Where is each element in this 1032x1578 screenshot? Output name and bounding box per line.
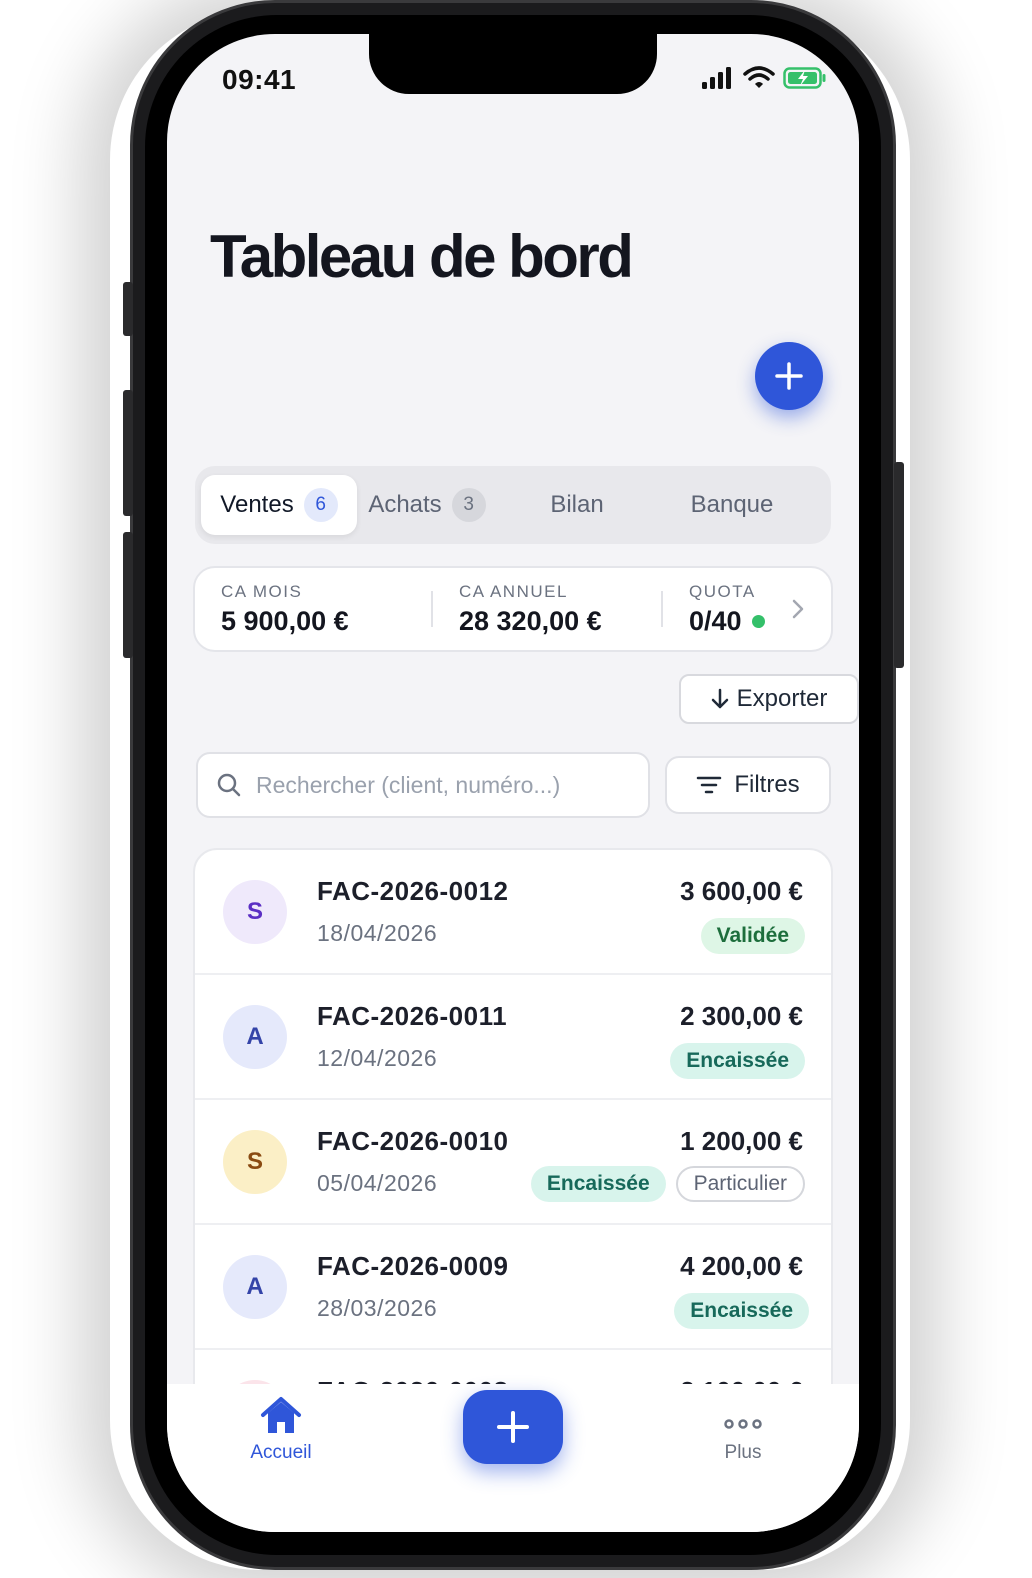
invoice-number: FAC-2026-0009 <box>317 1251 509 1281</box>
invoice-amount: 1 200,00 € <box>680 1126 803 1156</box>
tab-plus-label: Plus <box>724 1442 762 1463</box>
stat-quota-value: 0/40 <box>689 605 742 636</box>
tab-ventes[interactable]: Ventes 6 <box>201 475 357 535</box>
tab-banque-label: Banque <box>690 491 774 518</box>
search-field[interactable] <box>196 752 650 818</box>
invoice-amount: 3 600,00 € <box>680 876 803 906</box>
section-tabs: Ventes 6 Achats 3 Bilan Banque <box>195 466 831 544</box>
stat-year: CA ANNUEL 28 320,00 € <box>433 582 661 637</box>
invoice-badges: Validée <box>700 918 805 954</box>
invoice-amount: 4 200,00 € <box>680 1251 803 1281</box>
status-badge: Validée <box>700 918 805 954</box>
tab-accueil[interactable]: Accueil <box>221 1396 341 1464</box>
tab-achats-label: Achats <box>368 491 442 518</box>
volume-up-button <box>123 390 133 516</box>
status-badge: Encaissée <box>530 1166 666 1202</box>
invoice-row[interactable]: A FAC-2026-0011 12/04/2026 2 300,00 € En… <box>195 975 831 1100</box>
invoice-badges: Encaissée Particulier <box>530 1166 805 1202</box>
stat-month-label: CA MOIS <box>221 581 303 601</box>
client-avatar: A <box>223 1255 287 1319</box>
house-icon <box>261 1397 301 1433</box>
tab-ventes-label: Ventes <box>220 491 294 518</box>
silent-switch <box>123 282 133 336</box>
status-badge: Encaissée <box>674 1293 809 1329</box>
stat-month-value: 5 900,00 € <box>221 605 349 636</box>
tab-banque[interactable]: Banque <box>657 475 807 535</box>
quick-add-button[interactable] <box>463 1390 563 1464</box>
invoice-badges: Encaissée <box>670 1043 805 1079</box>
status-time: 09:41 <box>222 64 297 95</box>
invoice-date: 12/04/2026 <box>317 1045 438 1071</box>
magnifier-icon <box>217 773 241 797</box>
stat-quota-label: QUOTA <box>689 581 756 601</box>
arrow-down-icon <box>711 688 728 709</box>
invoice-date: 28/03/2026 <box>317 1295 438 1321</box>
add-invoice-button[interactable] <box>755 342 823 410</box>
export-button[interactable]: Exporter <box>679 674 859 724</box>
volume-down-button <box>123 532 133 658</box>
invoice-number: FAC-2026-0010 <box>317 1126 509 1156</box>
tab-plus[interactable]: Plus <box>683 1396 803 1464</box>
tab-bilan[interactable]: Bilan <box>497 475 657 535</box>
ellipsis-icon <box>724 1419 762 1429</box>
client-avatar: S <box>223 880 287 944</box>
invoice-amount: 2 300,00 € <box>680 1001 803 1031</box>
stat-month: CA MOIS 5 900,00 € <box>195 582 431 637</box>
export-label: Exporter <box>736 685 828 712</box>
stat-year-label: CA ANNUEL <box>459 581 568 601</box>
client-avatar: S <box>223 1130 287 1194</box>
app-screen: 09:41 Tableau de bord Ventes 6 Achats 3 … <box>167 34 859 1532</box>
tab-ventes-count: 6 <box>303 488 338 522</box>
tab-achats[interactable]: Achats 3 <box>357 475 497 535</box>
tab-accueil-label: Accueil <box>250 1442 312 1463</box>
client-avatar: A <box>223 1005 287 1069</box>
status-icons <box>701 66 827 90</box>
search-input[interactable] <box>256 771 616 799</box>
chevron-right-icon <box>792 599 804 619</box>
wifi-icon <box>743 66 775 88</box>
bottom-tab-bar: Accueil Plus <box>167 1384 859 1532</box>
invoice-date: 05/04/2026 <box>317 1170 438 1196</box>
quota-status-dot <box>751 614 765 628</box>
battery-charging-icon <box>783 67 826 89</box>
invoice-row[interactable]: S FAC-2026-0010 05/04/2026 1 200,00 € En… <box>195 1100 831 1225</box>
filter-lines-icon <box>697 776 722 794</box>
plus-icon <box>497 1411 529 1443</box>
invoice-date: 18/04/2026 <box>317 920 438 946</box>
invoice-number: FAC-2026-0012 <box>317 876 509 906</box>
status-badge: Encaissée <box>670 1043 805 1079</box>
plus-icon <box>775 362 803 390</box>
cellular-signal-icon <box>702 67 731 89</box>
power-button <box>894 462 904 668</box>
stat-quota-row: 0/40 <box>689 606 803 637</box>
page-title: Tableau de bord <box>210 223 634 290</box>
invoice-row[interactable]: S FAC-2026-0012 18/04/2026 3 600,00 € Va… <box>195 850 831 975</box>
notch <box>369 34 657 94</box>
invoice-row[interactable]: A FAC-2026-0009 28/03/2026 4 200,00 € En… <box>195 1225 831 1350</box>
filters-button[interactable]: Filtres <box>665 756 831 814</box>
invoice-list: S FAC-2026-0012 18/04/2026 3 600,00 € Va… <box>193 848 833 1448</box>
client-type-badge: Particulier <box>675 1166 805 1202</box>
revenue-summary-card[interactable]: CA MOIS 5 900,00 € CA ANNUEL 28 320,00 €… <box>193 566 833 652</box>
stat-year-value: 28 320,00 € <box>459 605 602 636</box>
invoice-number: FAC-2026-0011 <box>317 1001 508 1031</box>
invoice-badges: Encaissée <box>674 1293 809 1329</box>
filters-label: Filtres <box>734 771 800 798</box>
tab-bilan-label: Bilan <box>550 491 604 518</box>
stat-quota: QUOTA 0/40 <box>663 582 803 637</box>
tab-achats-count: 3 <box>451 488 486 522</box>
